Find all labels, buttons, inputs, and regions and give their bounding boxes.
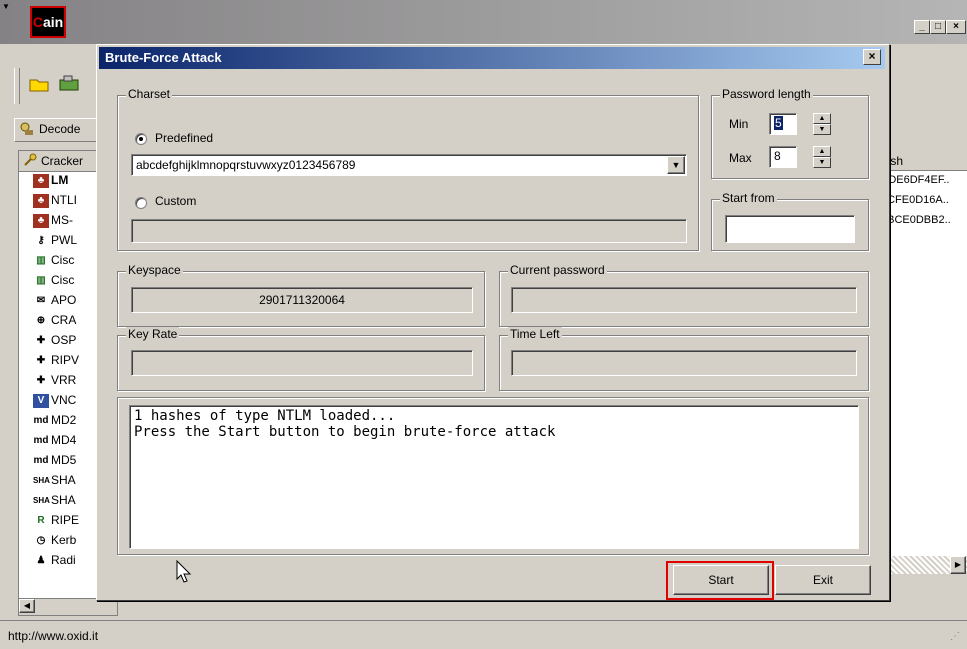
spin-up-icon[interactable]: ▲ — [813, 113, 831, 124]
chevron-down-icon[interactable]: ▼ — [667, 156, 685, 174]
max-length-spinner[interactable]: ▲ ▼ — [813, 146, 831, 168]
toolbar-grip — [14, 68, 20, 104]
custom-radio[interactable] — [135, 197, 147, 209]
dialog-title: Brute-Force Attack — [105, 50, 222, 65]
max-length-input[interactable]: 8 — [769, 146, 797, 168]
hash-users-icon: ♣ — [33, 213, 49, 228]
start-from-input[interactable] — [725, 215, 855, 243]
tree-header-label: Cracker — [41, 154, 84, 168]
start-from-group-label: Start from — [720, 191, 777, 205]
keyspace-group-label: Keyspace — [126, 263, 183, 277]
custom-label: Custom — [155, 194, 197, 208]
spin-down-icon[interactable]: ▼ — [813, 157, 831, 168]
predefined-charset-select[interactable]: abcdefghijklmnopqrstuvwxyz0123456789 ▼ — [131, 154, 687, 176]
hash-row[interactable]: 7BCE0DBB2.. — [881, 214, 967, 232]
hash-row[interactable]: 5CFE0D16A.. — [881, 194, 967, 212]
hash-column-header[interactable]: lash — [877, 152, 967, 171]
dialog-close-button[interactable]: × — [863, 49, 881, 65]
minimize-button[interactable]: _ — [914, 20, 930, 34]
log-textarea[interactable]: 1 hashes of type NTLM loaded... Press th… — [129, 405, 859, 549]
sha-icon: SHA — [33, 495, 50, 505]
md-icon: md — [33, 454, 49, 466]
key-rate-group-label: Key Rate — [126, 327, 180, 341]
router-icon: ✚ — [36, 374, 46, 386]
current-password-value — [511, 287, 857, 313]
current-password-group-label: Current password — [508, 263, 607, 277]
password-length-group-label: Password length — [720, 87, 813, 101]
decoders-tab-label: Decode — [39, 122, 81, 136]
cracker-key-icon — [23, 153, 37, 167]
router-icon: ✚ — [36, 334, 46, 346]
crypto-icon: ⊕ — [36, 314, 46, 326]
custom-charset-input[interactable] — [131, 219, 687, 243]
network-adapter-icon[interactable] — [58, 74, 82, 94]
window-close-button[interactable]: × — [946, 20, 966, 34]
ripemd-icon: R — [37, 514, 45, 526]
md-icon: md — [33, 434, 49, 446]
spin-down-icon[interactable]: ▼ — [813, 124, 831, 135]
predefined-radio[interactable] — [135, 133, 147, 145]
keyspace-value: 2901711320064 — [131, 287, 473, 313]
start-button-highlight — [666, 561, 774, 600]
cain-logo-icon: Cain — [30, 6, 66, 38]
spin-up-icon[interactable]: ▲ — [813, 146, 831, 157]
status-bar: http://www.oxid.it ⋰ — [0, 620, 967, 649]
cisco-icon: ▥ — [36, 254, 46, 266]
exit-button[interactable]: Exit — [775, 565, 871, 595]
vnc-icon: V — [33, 393, 49, 408]
predefined-label: Predefined — [155, 131, 214, 145]
clock-icon: ◷ — [36, 534, 46, 546]
charset-group-label: Charset — [126, 87, 173, 101]
router-icon: ✚ — [36, 354, 46, 366]
md-icon: md — [33, 414, 49, 426]
min-length-spinner[interactable]: ▲ ▼ — [813, 113, 831, 135]
time-left-group-label: Time Left — [508, 327, 562, 341]
min-length-input[interactable]: 5 — [769, 113, 797, 135]
mouse-cursor-icon — [175, 559, 195, 585]
key-rate-value — [131, 350, 473, 376]
system-menu-icon[interactable]: ▼ — [2, 2, 10, 12]
brute-force-dialog: Brute-Force Attack × Charset Predefined … — [96, 44, 890, 601]
status-url: http://www.oxid.it — [8, 629, 99, 643]
min-label: Min — [729, 117, 749, 131]
scroll-right-icon[interactable]: ▶ — [950, 556, 966, 574]
decoders-tab[interactable]: Decode — [14, 118, 106, 142]
decoders-icon — [19, 121, 35, 137]
key-icon: ⚷ — [37, 234, 45, 246]
sha-icon: SHA — [33, 475, 50, 485]
time-left-value — [511, 350, 857, 376]
hash-row[interactable]: BDE6DF4EF.. — [881, 174, 967, 192]
cisco-icon: ▥ — [36, 274, 46, 286]
maximize-button[interactable]: □ — [930, 20, 946, 34]
hash-users-icon: ♣ — [33, 173, 49, 188]
mail-icon: ✉ — [36, 294, 46, 306]
predefined-charset-value: abcdefghijklmnopqrstuvwxyz0123456789 — [136, 158, 356, 172]
dialog-titlebar: Brute-Force Attack — [99, 47, 885, 69]
open-folder-icon[interactable] — [28, 74, 50, 94]
users-icon: ♟ — [36, 554, 46, 566]
resize-grip-icon[interactable]: ⋰ — [950, 631, 960, 642]
max-label: Max — [729, 151, 752, 165]
scroll-left-icon[interactable]: ◀ — [19, 599, 35, 613]
cain-titlebar — [0, 0, 967, 44]
hash-users-icon: ♣ — [33, 193, 49, 208]
